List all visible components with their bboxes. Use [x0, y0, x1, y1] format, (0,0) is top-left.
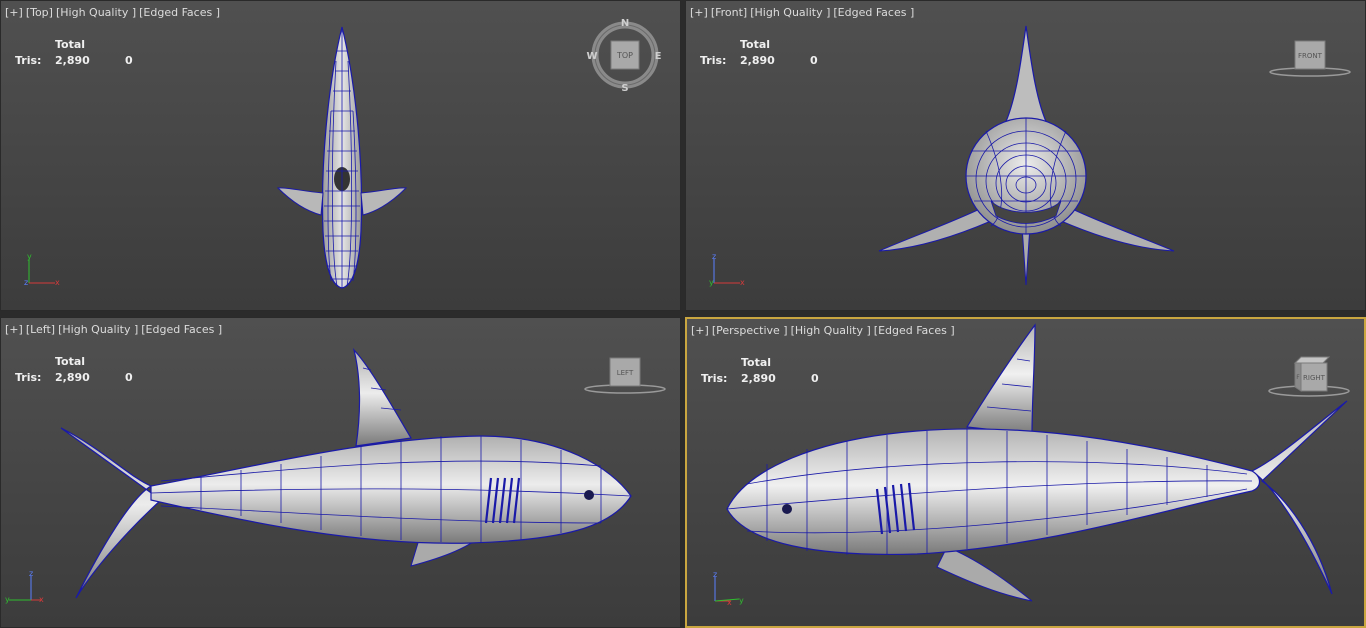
shark-mesh-front[interactable] — [686, 1, 1366, 311]
viewport-left[interactable]: [+] [Left] [High Quality ] [Edged Faces ] T… — [0, 317, 681, 628]
viewport-grid: [+] [Top] [High Quality ] [Edged Faces ] To… — [0, 0, 1366, 628]
shark-mesh-left[interactable] — [1, 318, 681, 628]
viewport-perspective[interactable]: [+] [Perspective ] [High Quality ] [Edged F… — [685, 317, 1366, 628]
shark-mesh-top[interactable] — [1, 1, 681, 311]
viewport-top[interactable]: [+] [Top] [High Quality ] [Edged Faces ] To… — [0, 0, 681, 311]
viewport-front[interactable]: [+] [Front] [High Quality ] [Edged Faces ] … — [685, 0, 1366, 311]
shark-mesh-perspective[interactable] — [687, 319, 1366, 628]
